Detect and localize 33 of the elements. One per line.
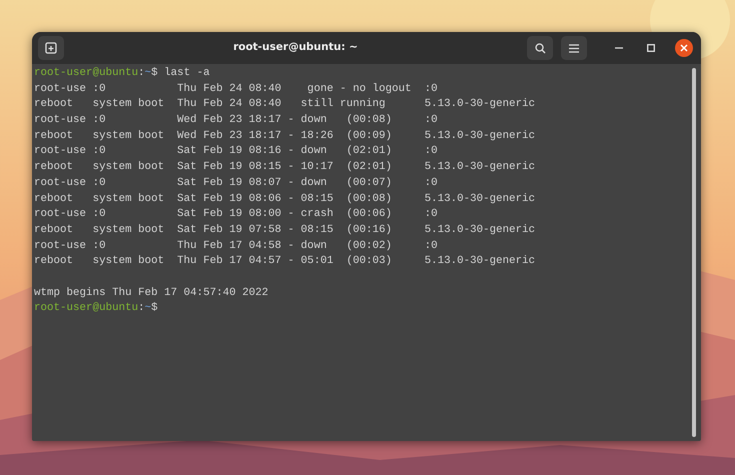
maximize-icon (647, 44, 655, 52)
prompt-user-host: root-user@ubuntu (34, 302, 138, 314)
output-line: reboot system boot Sat Feb 19 07:58 - 08:15 (00:16) 5.13.0-30-generic (34, 222, 536, 238)
prompt-path: ~ (144, 67, 152, 79)
search-icon (534, 42, 546, 54)
output-line: root-use :0 Thu Feb 17 04:58 - down (00:02) :0 (34, 238, 438, 254)
close-icon (680, 44, 688, 52)
prompt-separator: : (138, 302, 145, 314)
output-line: reboot system boot Thu Feb 24 08:40 still running 5.13.0-30-generic (34, 97, 536, 112)
search-button[interactable] (527, 36, 553, 60)
minimize-icon (615, 47, 623, 49)
prompt-separator: : (138, 67, 145, 79)
output-line: root-use :0 Sat Feb 19 08:07 - down (00:07) :0 (34, 176, 438, 191)
output-line: root-use :0 Wed Feb 23 18:17 - down (00:08) :0 (34, 113, 438, 128)
scrollbar[interactable] (690, 68, 698, 437)
output-line: root-use :0 Sat Feb 19 08:00 - crash (00:06) :0 (34, 207, 438, 222)
output-line: reboot system boot Thu Feb 17 04:57 - 05:01 (00:03) 5.13.0-30-generic (34, 254, 536, 270)
close-button[interactable] (675, 39, 693, 57)
new-tab-icon (45, 42, 57, 54)
output-line: wtmp begins Thu Feb 17 04:57:40 2022 (34, 286, 270, 301)
window-title: root-user@ubuntu: ~ (232, 40, 359, 56)
new-tab-button[interactable] (38, 36, 64, 60)
output-line: reboot system boot Sat Feb 19 08:15 - 10:17 (02:01) 5.13.0-30-generic (34, 160, 536, 176)
output-line: reboot system boot Sat Feb 19 08:06 - 08:15 (00:08) 5.13.0-30-generic (34, 192, 536, 206)
menu-icon (569, 44, 579, 52)
output-line: reboot system boot Wed Feb 23 18:17 - 18:26 (00:09) 5.13.0-30-generic (34, 128, 536, 144)
prompt-user-host: root-user@ubuntu (34, 67, 138, 79)
prompt-path: ~ (144, 302, 152, 314)
menu-button[interactable] (561, 36, 587, 60)
command-text: $ last -a (151, 67, 210, 79)
prompt-symbol: $ (151, 302, 158, 314)
output-line: root-use :0 Thu Feb 24 08:40 gone - no logout :0 (34, 82, 438, 97)
output-line: root-use :0 Sat Feb 19 08:16 - down (02:01) :0 (34, 144, 438, 160)
